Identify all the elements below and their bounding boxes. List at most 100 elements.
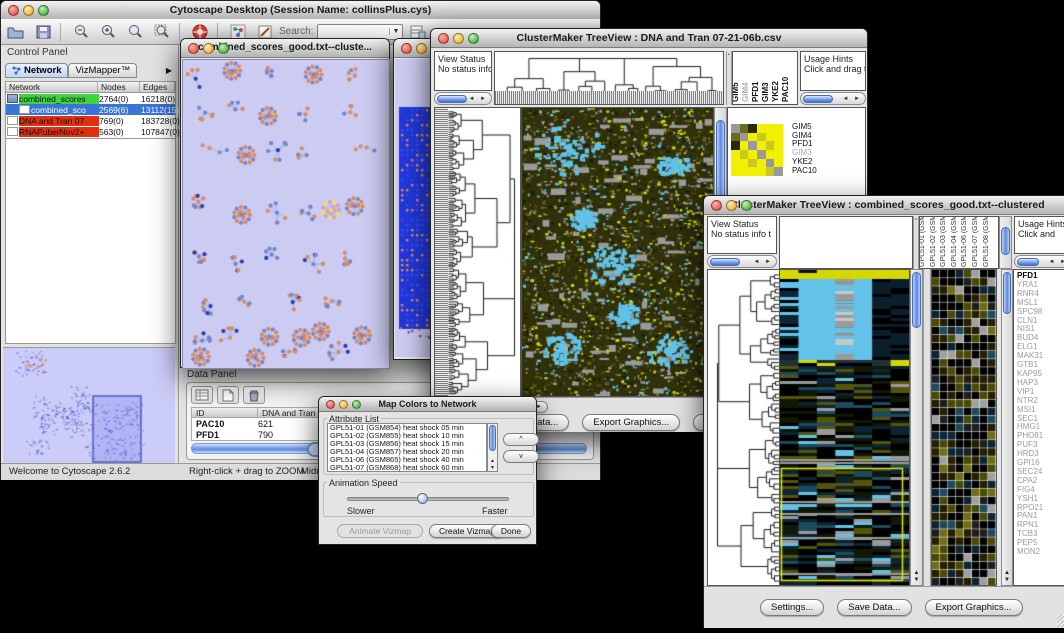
open-session-icon[interactable] [4, 22, 28, 42]
network-canvas[interactable] [182, 59, 390, 369]
net1-titlebar[interactable]: combined_scores_good.txt--cluste... [181, 39, 389, 58]
tv2-collabel-scrollbar[interactable] [999, 216, 1012, 269]
tv1-hints-scrollbar[interactable]: ◄ ► [800, 92, 866, 105]
tv2-hints-scrollbar[interactable]: ◄ ► [1014, 255, 1064, 268]
matrix-cell[interactable] [757, 141, 766, 150]
matrix-cell[interactable] [740, 167, 749, 176]
matrix-cell[interactable] [757, 133, 766, 142]
dialog-titlebar[interactable]: Map Colors to Network [319, 397, 536, 412]
network-table-header[interactable]: Network Nodes Edges [5, 81, 176, 93]
similarity-matrix[interactable] [731, 124, 783, 176]
slider-thumb[interactable] [417, 493, 428, 504]
tv1-column-dendrogram[interactable] [494, 51, 724, 105]
scroll-up-icon[interactable]: ▲ [488, 458, 497, 464]
close-button[interactable] [8, 5, 19, 16]
gene-label[interactable]: MON2 [1017, 548, 1064, 557]
zoom-out-icon[interactable] [69, 22, 93, 42]
zoom-button[interactable] [352, 400, 361, 409]
matrix-cell[interactable] [740, 124, 749, 133]
matrix-cell[interactable] [731, 133, 740, 142]
matrix-cell[interactable] [748, 124, 757, 133]
tv2-row-dendrogram[interactable] [707, 269, 779, 586]
zoom-fit-icon[interactable] [123, 22, 147, 42]
tv2-button[interactable]: Settings... [760, 599, 824, 616]
matrix-cell[interactable] [774, 124, 783, 133]
matrix-cell[interactable] [774, 167, 783, 176]
matrix-cell[interactable] [748, 159, 757, 168]
network-row[interactable]: combined_sco2569(6)13112(15) [6, 104, 175, 115]
tv2-heatmap-vscrollbar[interactable]: ▲ ▼ [910, 269, 923, 586]
matrix-cell[interactable] [766, 133, 775, 142]
tab-network[interactable]: Network [5, 63, 68, 78]
select-attributes-icon[interactable] [191, 386, 213, 404]
matrix-cell[interactable] [740, 133, 749, 142]
minimize-button[interactable] [339, 400, 348, 409]
matrix-cell[interactable] [740, 141, 749, 150]
matrix-cell[interactable] [774, 159, 783, 168]
matrix-cell[interactable] [748, 141, 757, 150]
tv2-gene-vscrollbar[interactable]: ▲ ▼ [1001, 269, 1013, 586]
tv1-button[interactable]: Export Graphics... [582, 414, 680, 431]
matrix-cell[interactable] [731, 141, 740, 150]
tv2-button[interactable]: Export Graphics... [925, 599, 1023, 616]
close-button[interactable] [401, 43, 412, 54]
zoom-button[interactable] [38, 5, 49, 16]
resize-grip[interactable] [1057, 614, 1064, 627]
network-row[interactable]: DNA and Tran 07769(0)183728(0) [6, 115, 175, 126]
matrix-cell[interactable] [731, 150, 740, 159]
main-titlebar[interactable]: Cytoscape Desktop (Session Name: collins… [1, 1, 600, 20]
matrix-cell[interactable] [731, 159, 740, 168]
save-session-icon[interactable] [31, 22, 55, 42]
matrix-cell[interactable] [748, 133, 757, 142]
minimize-button[interactable] [453, 33, 464, 44]
zoom-button[interactable] [741, 200, 752, 211]
scroll-down-icon[interactable]: ▼ [488, 465, 497, 471]
close-button[interactable] [711, 200, 722, 211]
birdseye-overview[interactable] [3, 347, 175, 464]
matrix-cell[interactable] [757, 150, 766, 159]
matrix-cell[interactable] [731, 167, 740, 176]
network-row[interactable]: combined_scores2764(0)16218(0) [6, 93, 175, 104]
matrix-cell[interactable] [740, 159, 749, 168]
matrix-cell[interactable] [748, 150, 757, 159]
network-row[interactable]: RNAPuberNov2+563(0)107847(0) [6, 126, 175, 137]
matrix-cell[interactable] [766, 150, 775, 159]
matrix-cell[interactable] [766, 124, 775, 133]
move-down-button[interactable]: v [503, 450, 539, 463]
donebutton[interactable]: Done [491, 524, 531, 538]
matrix-cell[interactable] [757, 167, 766, 176]
tv2-heatmap[interactable] [779, 269, 910, 586]
matrix-cell[interactable] [766, 159, 775, 168]
close-button[interactable] [326, 400, 335, 409]
close-button[interactable] [188, 43, 199, 54]
tv1-row-dendrogram[interactable] [434, 107, 521, 397]
minimize-button[interactable] [203, 43, 214, 54]
attribute-list[interactable]: GPL51-01 (GSM854) heat shock 05 minGPL51… [327, 423, 487, 472]
delete-attribute-icon[interactable] [243, 386, 265, 404]
zoom-selected-icon[interactable] [150, 22, 174, 42]
tv2-pane-splitter[interactable] [923, 269, 931, 586]
attribute-list-item[interactable]: GPL51-07 (GSM868) heat shock 60 min [328, 464, 486, 472]
animation-speed-slider[interactable] [347, 497, 509, 501]
zoom-in-icon[interactable] [96, 22, 120, 42]
tv2-button[interactable]: Save Data... [837, 599, 911, 616]
minimize-button[interactable] [726, 200, 737, 211]
search-dropdown-icon[interactable]: ▼ [389, 28, 403, 35]
matrix-cell[interactable] [757, 159, 766, 168]
matrix-cell[interactable] [766, 167, 775, 176]
tv1-heatmap[interactable] [521, 107, 714, 397]
tab-overflow-arrow-icon[interactable]: ▶ [162, 66, 176, 75]
zoom-button[interactable] [468, 33, 479, 44]
matrix-cell[interactable] [774, 150, 783, 159]
new-attribute-icon[interactable] [217, 386, 239, 404]
tv2-titlebar[interactable]: ClusterMaker TreeView : combined_scores_… [704, 196, 1064, 215]
matrix-cell[interactable] [757, 124, 766, 133]
close-button[interactable] [438, 33, 449, 44]
matrix-cell[interactable] [731, 124, 740, 133]
minimize-button[interactable] [23, 5, 34, 16]
minimize-button[interactable] [416, 43, 427, 54]
matrix-cell[interactable] [774, 133, 783, 142]
move-up-button[interactable]: ^ [503, 433, 539, 446]
matrix-cell[interactable] [766, 141, 775, 150]
matrix-cell[interactable] [740, 150, 749, 159]
